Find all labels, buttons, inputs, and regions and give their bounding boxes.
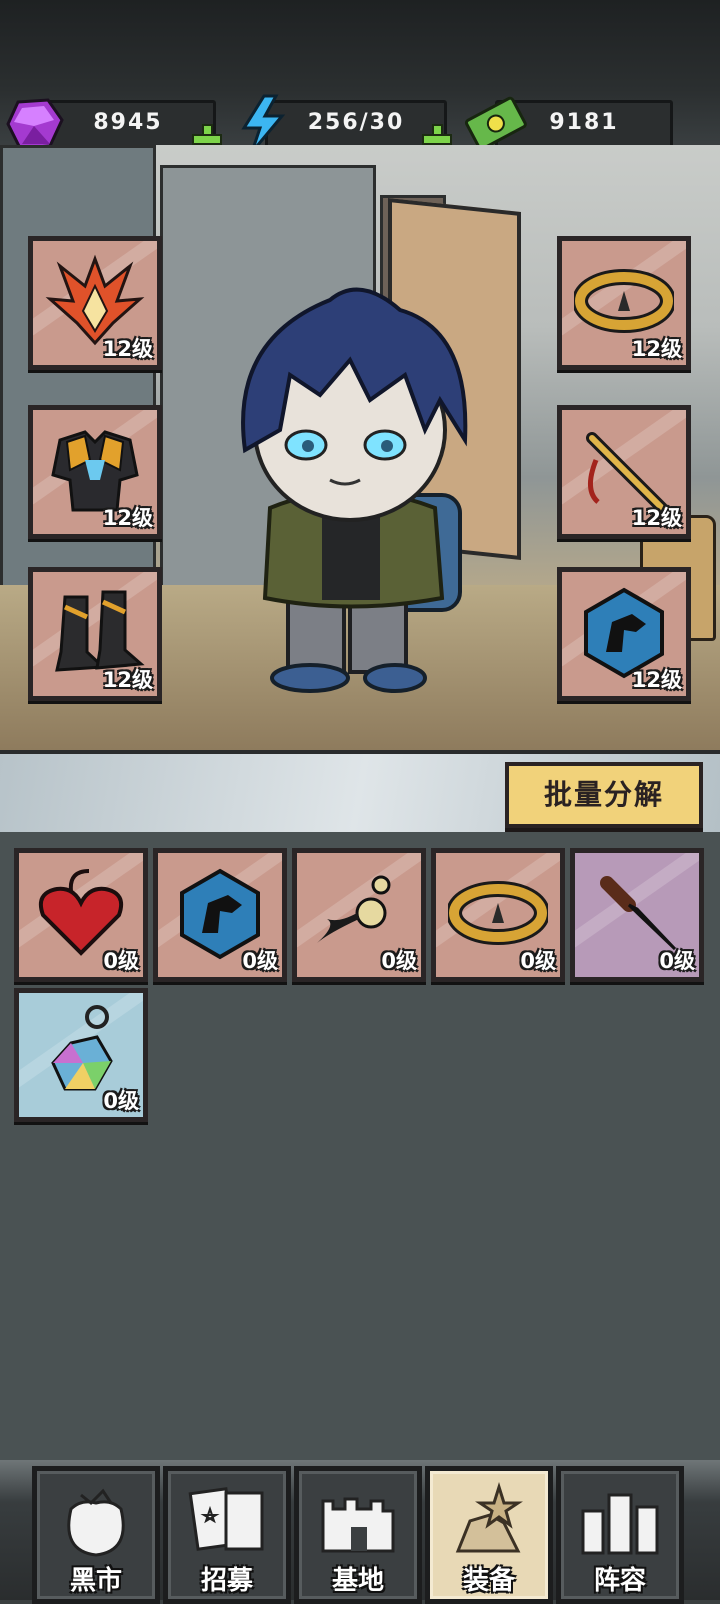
item-level: 0级	[103, 949, 139, 973]
gear-pile-icon	[455, 1481, 523, 1553]
fort-icon	[321, 1497, 395, 1553]
tab-label: 基地	[331, 1566, 384, 1596]
equip-slot-boots[interactable]: 12级	[28, 567, 162, 701]
item-level: 0级	[381, 949, 417, 973]
energy-count: 256/30	[307, 110, 405, 135]
tab-lineup[interactable]: 阵容	[556, 1466, 684, 1604]
inventory-item[interactable]: 0级	[14, 848, 148, 982]
sack-icon	[67, 1488, 125, 1557]
item-level: 0级	[659, 949, 695, 973]
tab-label: 招募	[200, 1566, 253, 1596]
equip-slot-helmet[interactable]: 12级	[28, 236, 162, 370]
tab-label: 黑市	[69, 1566, 122, 1596]
equip-slot-bracelet[interactable]: 12级	[557, 236, 691, 370]
inventory-item[interactable]: 0级	[14, 988, 148, 1122]
equip-slot-armor[interactable]: 12级	[28, 405, 162, 539]
tab-recruit[interactable]: 招募	[163, 1466, 291, 1604]
slot-level: 12级	[631, 668, 682, 692]
inventory-item[interactable]: 0级	[292, 848, 426, 982]
tab-label: 阵容	[593, 1566, 646, 1596]
cards-icon	[188, 1487, 264, 1551]
inventory-item[interactable]: 0级	[431, 848, 565, 982]
inventory-item[interactable]: 0级	[153, 848, 287, 982]
gem-count: 8945	[93, 110, 163, 135]
item-level: 0级	[242, 949, 278, 973]
tab-base[interactable]: 基地	[294, 1466, 422, 1604]
slot-level: 12级	[102, 506, 153, 530]
slot-level: 12级	[102, 668, 153, 692]
slot-level: 12级	[631, 506, 682, 530]
tab-label: 装备	[462, 1566, 515, 1596]
squad-icon	[581, 1493, 659, 1555]
energy-counter: 256/30	[265, 100, 447, 150]
tab-black-market[interactable]: 黑市	[32, 1466, 160, 1604]
gem-counter: 8945	[40, 100, 216, 150]
equip-slot-badge[interactable]: 12级	[557, 567, 691, 701]
tab-equipment[interactable]: 装备	[425, 1466, 553, 1604]
gem-icon[interactable]	[4, 96, 66, 152]
character	[241, 287, 468, 693]
slot-level: 12级	[631, 337, 682, 361]
equip-slot-dagger[interactable]: 12级	[557, 405, 691, 539]
item-level: 0级	[103, 1089, 139, 1113]
batch-decompose-button[interactable]: 批量分解	[505, 762, 703, 828]
inventory-item[interactable]: 0级	[570, 848, 704, 982]
slot-level: 12级	[102, 337, 153, 361]
item-level: 0级	[520, 949, 556, 973]
